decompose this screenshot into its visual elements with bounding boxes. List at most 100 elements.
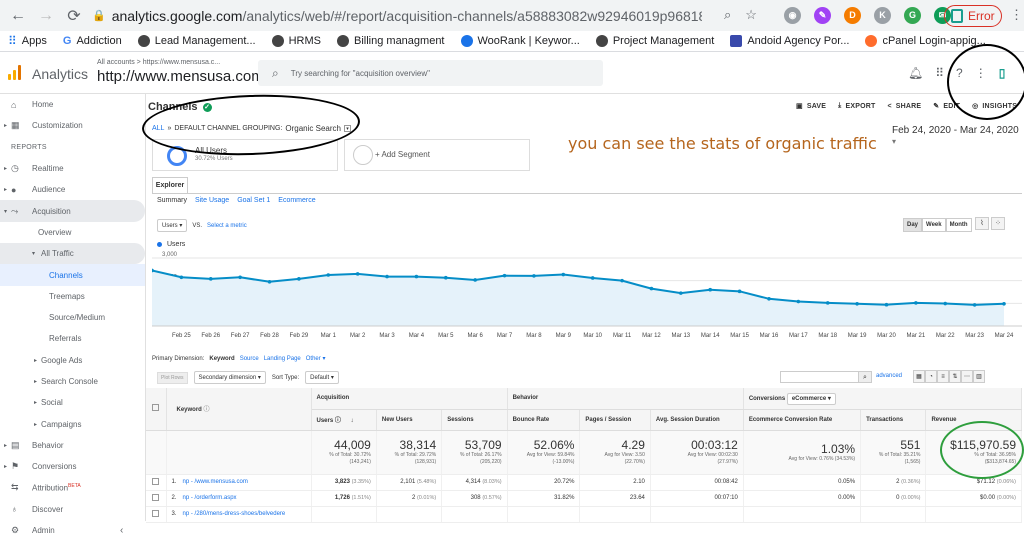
reload-icon[interactable]: ⟳ — [64, 6, 84, 26]
sidebar-item-campaigns[interactable]: ▸ Campaigns — [0, 413, 145, 434]
view-pie-icon[interactable]: ◔ — [925, 370, 937, 383]
tab-explorer[interactable]: Explorer — [152, 177, 188, 194]
zoom-icon[interactable]: ⌕ — [724, 7, 731, 23]
sidebar-item-admin[interactable]: ⚙ Admin ‹ — [0, 520, 145, 541]
bookmark-project[interactable]: Project Management — [595, 35, 714, 47]
sidebar-item-realtime[interactable]: ▸ ◷ Realtime — [0, 158, 145, 179]
col-conv-rate[interactable]: Ecommerce Conversion Rate — [743, 409, 862, 431]
select-all-checkbox[interactable] — [152, 404, 160, 412]
bookmark-hrms[interactable]: HRMS — [271, 35, 321, 47]
back-icon[interactable]: ← — [8, 7, 28, 25]
day-button[interactable]: Day — [903, 218, 923, 232]
keyword-link[interactable]: np - /www.mensusa.com — [183, 479, 248, 485]
search-input[interactable]: ⌕ Try searching for "acquisition overvie… — [258, 60, 603, 86]
month-button[interactable]: Month — [945, 218, 972, 232]
sidebar-item-discover[interactable]: ♁ Discover — [0, 499, 145, 520]
row-checkbox[interactable] — [152, 493, 160, 501]
collapse-icon[interactable]: ‹ — [120, 525, 123, 536]
bookmark-apps[interactable]: ⠿ Apps — [8, 34, 47, 48]
bookmark-cpanel[interactable]: cPanel Login-appig... — [865, 35, 986, 47]
sidebar-item-treemaps[interactable]: Treemaps — [0, 286, 145, 307]
subtab-goal-set[interactable]: Goal Set 1 — [237, 197, 270, 204]
sidebar-item-home[interactable]: ⌂ Home — [0, 94, 145, 115]
g-extension-icon[interactable]: G — [904, 7, 921, 24]
sidebar-item-channels[interactable]: Channels — [0, 264, 145, 286]
menu-dots-icon[interactable]: ⋮ — [1010, 7, 1023, 23]
col-bounce-rate[interactable]: Bounce Rate — [507, 409, 581, 431]
view-bar-icon[interactable]: ≡ — [937, 370, 949, 383]
subtab-summary[interactable]: Summary — [157, 197, 187, 204]
col-sessions[interactable]: Sessions — [441, 409, 508, 431]
add-segment-button[interactable]: + Add Segment — [344, 139, 530, 171]
line-chart-icon[interactable]: ⌇ — [975, 217, 989, 230]
keyword-header[interactable]: Keyword ⓘ — [166, 388, 312, 431]
keyword-link[interactable]: np - /280/mens-dress-shoes/belvedere — [183, 511, 286, 517]
clock-icon: ◷ — [11, 163, 19, 174]
week-button[interactable]: Week — [922, 218, 946, 232]
view-compare-icon[interactable]: ⇅ — [949, 370, 961, 383]
col-avg-duration[interactable]: Avg. Session Duration — [650, 409, 744, 431]
sidebar-item-audience[interactable]: ▸ ● Audience — [0, 179, 145, 200]
account-selector[interactable]: http://www.mensusa.com/ ▾ — [97, 68, 277, 85]
apps-icon[interactable]: ⠿ — [935, 66, 944, 80]
metric-dropdown[interactable]: Users ▾ — [157, 219, 188, 232]
sidebar-item-attribution[interactable]: ⇆ AttributionBETA — [0, 477, 145, 498]
profile-error-button[interactable]: Error — [944, 5, 1002, 27]
table-search-icon[interactable]: ⌕ — [858, 371, 872, 383]
sort-type-dropdown[interactable]: Default ▾ — [305, 371, 339, 384]
bookmark-woorank[interactable]: WooRank | Keywor... — [460, 35, 580, 47]
sidebar-item-customization[interactable]: ▸ ▦ Customization — [0, 115, 145, 136]
notifications-icon[interactable]: 🔔︎ — [908, 66, 923, 80]
plot-rows-button[interactable]: Plot Rows — [157, 371, 188, 384]
sidebar-item-google-ads[interactable]: ▸ Google Ads — [0, 350, 145, 371]
dimension-landing-page[interactable]: Landing Page — [264, 356, 301, 362]
conversions-dropdown[interactable]: eCommerce ▾ — [786, 392, 836, 405]
share-button[interactable]: < SHARE — [887, 102, 921, 110]
save-button[interactable]: ▣ SAVE — [796, 102, 826, 111]
sidebar-item-all-traffic[interactable]: ▾ All Traffic — [0, 243, 145, 265]
bookmark-addiction[interactable]: G Addiction — [63, 35, 122, 47]
advanced-filter-link[interactable]: advanced — [876, 373, 902, 379]
bookmark-billing[interactable]: Billing managment — [337, 35, 445, 47]
star-icon[interactable]: ☆ — [745, 7, 757, 23]
sidebar-item-acquisition[interactable]: ▾ ⤳ Acquisition — [0, 200, 145, 222]
dimension-keyword[interactable]: Keyword — [209, 356, 234, 362]
row-checkbox[interactable] — [152, 477, 160, 485]
sidebar-item-overview[interactable]: Overview — [0, 222, 145, 243]
row-checkbox[interactable] — [152, 509, 160, 517]
bookmark-lead[interactable]: Lead Management... — [137, 35, 256, 47]
view-pivot-icon[interactable]: ▥ — [973, 370, 985, 383]
secondary-dimension-dropdown[interactable]: Secondary dimension ▾ — [193, 371, 266, 384]
sidebar-item-conversions[interactable]: ▸ ⚑ Conversions — [0, 456, 145, 477]
sidebar-item-behavior[interactable]: ▸ ▤ Behavior — [0, 435, 145, 456]
subtab-site-usage[interactable]: Site Usage — [195, 197, 229, 204]
data-point — [208, 277, 213, 281]
export-button[interactable]: ⤓ EXPORT — [838, 102, 875, 110]
data-point — [561, 272, 566, 277]
address-bar[interactable]: 🔒 analytics.google.com /analytics/web/#/… — [92, 4, 777, 27]
account-path[interactable]: All accounts > https://www.mensusa.c... — [97, 59, 220, 66]
forward-icon[interactable]: → — [36, 7, 56, 25]
view-table-icon[interactable]: ▦ — [913, 370, 925, 383]
sidebar-item-source-medium[interactable]: Source/Medium — [0, 307, 145, 328]
sidebar-item-search-console[interactable]: ▸ Search Console — [0, 371, 145, 392]
view-term-cloud-icon[interactable]: ⋯ — [961, 370, 973, 383]
col-users[interactable]: Users ⓘ ↓ — [311, 409, 377, 431]
sidebar-item-referrals[interactable]: Referrals — [0, 328, 145, 349]
col-new-users[interactable]: New Users — [376, 409, 443, 431]
date-range-picker[interactable]: Feb 24, 2020 - Mar 24, 2020 ▾ — [892, 125, 1024, 147]
col-transactions[interactable]: Transactions — [860, 409, 927, 431]
sidebar-item-social[interactable]: ▸ Social — [0, 392, 145, 413]
subtab-ecommerce[interactable]: Ecommerce — [278, 197, 315, 204]
motion-chart-icon[interactable]: ⁘ — [991, 217, 1005, 230]
d-extension-icon[interactable]: D — [844, 7, 861, 24]
bookmark-agency[interactable]: Andoid Agency Por... — [730, 35, 849, 47]
camera-extension-icon[interactable]: ◉ — [784, 7, 801, 24]
col-pages-session[interactable]: Pages / Session — [579, 409, 651, 431]
dimension-source[interactable]: Source — [240, 356, 259, 362]
keyword-link[interactable]: np - /orderform.aspx — [183, 495, 237, 501]
dimension-other[interactable]: Other ▾ — [306, 355, 326, 362]
k-extension-icon[interactable]: K — [874, 7, 891, 24]
select-metric-link[interactable]: Select a metric — [207, 223, 247, 229]
pen-extension-icon[interactable]: ✎ — [814, 7, 831, 24]
